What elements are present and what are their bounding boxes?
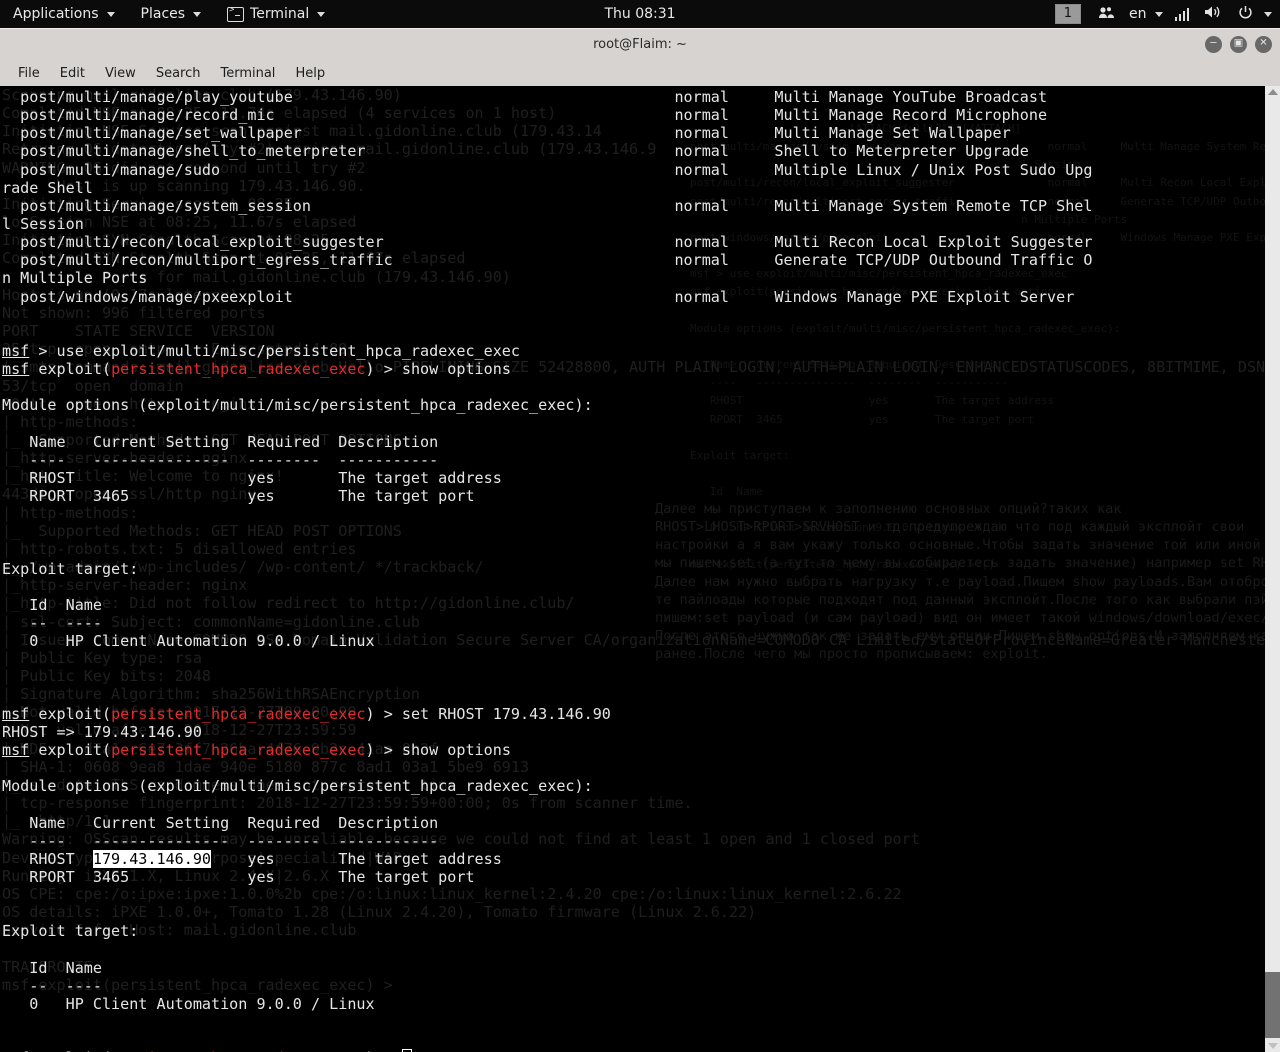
terminal-line bbox=[2, 542, 1280, 560]
terminal-line: 0 HP Client Automation 9.0.0 / Linux bbox=[2, 995, 1280, 1013]
terminal-line bbox=[2, 904, 1280, 922]
terminal-icon bbox=[227, 7, 244, 22]
terminal-line bbox=[2, 795, 1280, 813]
volume-icon[interactable] bbox=[1197, 5, 1229, 23]
power-icon[interactable] bbox=[1231, 5, 1260, 24]
terminal-line: Name Current Setting Required Descriptio… bbox=[2, 433, 1280, 451]
chevron-down-icon bbox=[193, 12, 201, 17]
terminal-line: ---- --------------- -------- ----------… bbox=[2, 451, 1280, 469]
terminal-line bbox=[2, 578, 1280, 596]
terminal-line bbox=[2, 324, 1280, 342]
panel-menu-terminal[interactable]: Terminal bbox=[214, 0, 338, 28]
terminal-line: -- ---- bbox=[2, 614, 1280, 632]
panel-status-area: 1 en bbox=[1055, 0, 1280, 28]
terminal-line bbox=[2, 941, 1280, 959]
terminal-line: RHOST yes The target address bbox=[2, 469, 1280, 487]
terminal-line: post/multi/manage/system_session normal … bbox=[2, 197, 1280, 215]
terminal-line bbox=[2, 669, 1280, 687]
close-icon: ✕ bbox=[1259, 39, 1267, 49]
scroll-up-arrow[interactable] bbox=[1265, 86, 1280, 98]
terminal-line: rade Shell bbox=[2, 179, 1280, 197]
terminal-line bbox=[2, 505, 1280, 523]
terminal-scrollbar[interactable] bbox=[1265, 86, 1280, 1052]
terminal-line: Id Name bbox=[2, 959, 1280, 977]
terminal-line: post/multi/manage/shell_to_meterpreter n… bbox=[2, 142, 1280, 160]
menu-terminal[interactable]: Terminal bbox=[210, 63, 285, 84]
scrollbar-thumb[interactable] bbox=[1265, 972, 1280, 1038]
terminal-label: Terminal bbox=[250, 6, 309, 22]
terminal-line: RHOST 179.43.146.90 yes The target addre… bbox=[2, 850, 1280, 868]
terminal-line: Exploit target: bbox=[2, 560, 1280, 578]
terminal-line bbox=[2, 523, 1280, 541]
terminal-line: post/multi/recon/local_exploit_suggester… bbox=[2, 233, 1280, 251]
keyboard-layout-menu[interactable]: en bbox=[1125, 0, 1167, 28]
terminal-line bbox=[2, 415, 1280, 433]
terminal-line: 0 HP Client Automation 9.0.0 / Linux bbox=[2, 632, 1280, 650]
terminal-line bbox=[2, 687, 1280, 705]
workspace-indicator[interactable]: 1 bbox=[1055, 4, 1081, 24]
terminal-line: ---- --------------- -------- ----------… bbox=[2, 832, 1280, 850]
terminal-line: post/multi/manage/record_mic normal Mult… bbox=[2, 106, 1280, 124]
terminal-line: msf exploit(persistent_hpca_radexec_exec… bbox=[2, 741, 1280, 759]
terminal-line: Module options (exploit/multi/misc/persi… bbox=[2, 396, 1280, 414]
terminal-line: RHOST => 179.43.146.90 bbox=[2, 723, 1280, 741]
panel-menu-applications[interactable]: Applications bbox=[0, 0, 128, 28]
terminal-line bbox=[2, 1031, 1280, 1049]
applications-label: Applications bbox=[13, 6, 99, 22]
close-button[interactable]: ✕ bbox=[1255, 36, 1272, 53]
menu-file[interactable]: File bbox=[8, 63, 50, 84]
terminal-line: n Multiple Ports bbox=[2, 269, 1280, 287]
users-icon[interactable] bbox=[1091, 6, 1123, 23]
terminal-output: post/multi/manage/play_youtube normal Mu… bbox=[2, 88, 1280, 1052]
window-title: root@Flaim: ~ bbox=[593, 37, 687, 52]
terminal-line: msf > use exploit/multi/misc/persistent_… bbox=[2, 342, 1280, 360]
menubar: File Edit View Search Terminal Help bbox=[0, 59, 1280, 88]
window-controls: − ▣ ✕ bbox=[1205, 29, 1272, 59]
gnome-top-panel: Applications Places Terminal Thu 08:31 1… bbox=[0, 0, 1280, 28]
menu-view[interactable]: View bbox=[95, 63, 146, 84]
terminal-line bbox=[2, 759, 1280, 777]
terminal-line bbox=[2, 378, 1280, 396]
terminal-line: msf exploit(persistent_hpca_radexec_exec… bbox=[2, 360, 1280, 378]
maximize-button[interactable]: ▣ bbox=[1230, 36, 1247, 53]
minimize-button[interactable]: − bbox=[1205, 36, 1222, 53]
menu-help[interactable]: Help bbox=[285, 63, 335, 84]
terminal-line: post/windows/manage/pxeexploit normal Wi… bbox=[2, 288, 1280, 306]
terminal-line bbox=[2, 1013, 1280, 1031]
terminal-line: post/multi/manage/sudo normal Multiple L… bbox=[2, 161, 1280, 179]
terminal-line: Id Name bbox=[2, 596, 1280, 614]
panel-menu-places[interactable]: Places bbox=[128, 0, 215, 28]
terminal-line: RPORT 3465 yes The target port bbox=[2, 868, 1280, 886]
chevron-down-icon bbox=[107, 12, 115, 17]
chevron-down-icon bbox=[317, 12, 325, 17]
terminal-line: msf exploit(persistent_hpca_radexec_exec… bbox=[2, 705, 1280, 723]
menu-search[interactable]: Search bbox=[146, 63, 211, 84]
terminal-line bbox=[2, 886, 1280, 904]
terminal-line: Exploit target: bbox=[2, 922, 1280, 940]
keyboard-layout-label: en bbox=[1129, 6, 1147, 22]
network-signal-icon[interactable] bbox=[1169, 8, 1196, 21]
terminal-line: Module options (exploit/multi/misc/persi… bbox=[2, 777, 1280, 795]
terminal-line bbox=[2, 306, 1280, 324]
window-titlebar[interactable]: root@Flaim: ~ − ▣ ✕ bbox=[0, 28, 1280, 59]
terminal-window: root@Flaim: ~ − ▣ ✕ File Edit View Searc… bbox=[0, 28, 1280, 1024]
terminal-line: Name Current Setting Required Descriptio… bbox=[2, 814, 1280, 832]
terminal-line: -- ---- bbox=[2, 977, 1280, 995]
chevron-down-icon[interactable] bbox=[1264, 12, 1272, 17]
terminal-line: l Session bbox=[2, 215, 1280, 233]
scroll-down-arrow[interactable] bbox=[1265, 1040, 1280, 1052]
terminal-line: RPORT 3465 yes The target port bbox=[2, 487, 1280, 505]
terminal-screen[interactable]: Scanning mail.gidonline.club (179.43.146… bbox=[0, 86, 1280, 1052]
terminal-line: post/multi/manage/set_wallpaper normal M… bbox=[2, 124, 1280, 142]
places-label: Places bbox=[141, 6, 186, 22]
maximize-icon: ▣ bbox=[1234, 39, 1243, 49]
minimize-icon: − bbox=[1209, 39, 1217, 49]
chevron-down-icon bbox=[1155, 12, 1163, 17]
terminal-line bbox=[2, 650, 1280, 668]
terminal-line: post/multi/manage/play_youtube normal Mu… bbox=[2, 88, 1280, 106]
menu-edit[interactable]: Edit bbox=[50, 63, 95, 84]
terminal-line: post/multi/recon/multiport_egress_traffi… bbox=[2, 251, 1280, 269]
